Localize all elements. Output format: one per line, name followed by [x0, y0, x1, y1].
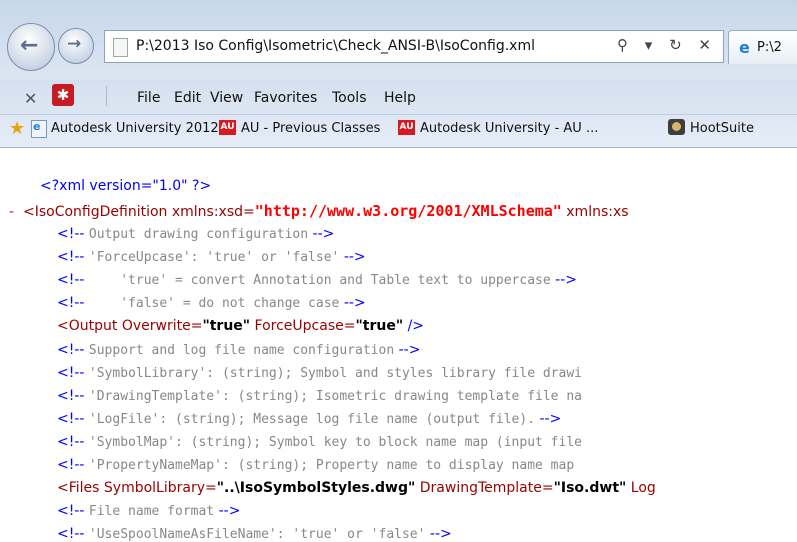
comment-open: <!-- [57, 226, 85, 242]
address-bar[interactable]: P:\2013 Iso Config\Isometric\Check_ANSI-… [104, 30, 724, 63]
root-attr-xs: xmlns:xs [566, 204, 629, 220]
xml-files-element: <Files SymbolLibrary="..\IsoSymbolStyles… [57, 480, 656, 496]
page-icon [113, 38, 128, 57]
xml-root-line: - <IsoConfigDefinition xmlns:xsd="http:/… [9, 202, 629, 220]
address-url[interactable]: P:\2013 Iso Config\Isometric\Check_ANSI-… [136, 38, 535, 54]
comment-open: <!-- [57, 342, 85, 358]
comment-text: Output drawing configuration [88, 227, 309, 242]
comment-close: --> [343, 295, 366, 311]
favorite-autodesk-university-2012[interactable]: Autodesk University 2012 [51, 121, 219, 136]
close-toolbar-icon[interactable]: ✕ [24, 89, 37, 108]
comment-close: --> [555, 272, 577, 288]
back-button[interactable]: ← [7, 23, 55, 71]
comment-open: <!-- [57, 388, 85, 404]
comment-open: <!-- [57, 457, 85, 473]
favorites-star-icon[interactable]: ★ [9, 118, 25, 139]
comment-open: <!-- [57, 411, 85, 427]
xml-comment: <!-- Output drawing configuration --> [57, 226, 334, 242]
forceupcase-attr: ForceUpcase= [254, 318, 356, 334]
tab-label: P:\2 [757, 40, 782, 55]
xml-output-element: <Output Overwrite="true" ForceUpcase="tr… [57, 318, 424, 334]
comment-open: <!-- [57, 295, 85, 311]
xml-comment: <!-- 'ForceUpcase': 'true' or 'false' --… [57, 249, 366, 265]
xml-comment: <!-- 'LogFile': (string); Message log fi… [57, 411, 561, 427]
comment-text: 'false' = do not change case [88, 296, 340, 311]
back-arrow-icon: ← [20, 33, 39, 58]
comment-text: 'true' = convert Annotation and Table te… [88, 273, 551, 288]
symbollibrary-value: "..\IsoSymbolStyles.dwg" [216, 480, 416, 496]
forceupcase-value: "true" [355, 318, 404, 334]
menu-view[interactable]: View [210, 90, 243, 106]
xml-comment: <!-- 'true' = convert Annotation and Tab… [57, 272, 577, 288]
xml-comment: <!-- 'SymbolLibrary': (string); Symbol a… [57, 365, 582, 381]
comment-close: --> [218, 503, 241, 519]
xml-comment: <!-- Support and log file name configura… [57, 342, 420, 358]
drawingtemplate-value: "Iso.dwt" [553, 480, 627, 496]
comment-close: --> [312, 226, 335, 242]
overwrite-attr: Overwrite= [121, 318, 203, 334]
xml-comment: <!-- File name format --> [57, 503, 240, 519]
symbollibrary-attr: SymbolLibrary= [103, 480, 217, 496]
root-tag: <IsoConfigDefinition [22, 204, 168, 220]
comment-close: --> [343, 249, 366, 265]
forward-arrow-icon: → [67, 34, 82, 54]
drawingtemplate-attr: DrawingTemplate= [419, 480, 554, 496]
comment-text: 'SymbolLibrary': (string); Symbol and st… [88, 366, 582, 381]
comment-close: --> [398, 342, 421, 358]
toolbar-separator [106, 86, 107, 106]
au-icon: AU [219, 120, 236, 135]
addon-star-icon[interactable]: ✱ [52, 84, 74, 106]
comment-open: <!-- [57, 434, 85, 450]
favorite-au-previous-classes[interactable]: AU - Previous Classes [241, 121, 380, 136]
comment-text: 'LogFile': (string); Message log file na… [88, 412, 536, 427]
ie-icon: e [739, 38, 750, 57]
favorite-autodesk-university-au[interactable]: Autodesk University - AU ... [420, 121, 598, 136]
menu-file[interactable]: File [137, 90, 160, 106]
hootsuite-icon [668, 119, 685, 135]
menu-help[interactable]: Help [384, 90, 416, 106]
comment-open: <!-- [57, 365, 85, 381]
comment-text: File name format [88, 504, 215, 519]
output-tag: <Output [57, 318, 118, 334]
search-refresh-stop-icons[interactable]: ⚲ ▾ ↻ ✕ [617, 36, 717, 54]
comment-text: 'DrawingTemplate': (string); Isometric d… [88, 389, 582, 404]
xml-comment: <!-- 'PropertyNameMap': (string); Proper… [57, 457, 574, 473]
comment-text: Support and log file name configuration [88, 343, 395, 358]
forward-button[interactable]: → [58, 28, 94, 64]
xml-comment: <!-- 'false' = do not change case --> [57, 295, 366, 311]
comment-open: <!-- [57, 272, 85, 288]
comment-close: --> [539, 411, 562, 427]
comment-text: 'SymbolMap': (string); Symbol key to blo… [88, 435, 582, 450]
comment-text: 'PropertyNameMap': (string); Property na… [88, 458, 575, 473]
xml-comment: <!-- 'DrawingTemplate': (string); Isomet… [57, 388, 582, 404]
favorite-hootsuite[interactable]: HootSuite [690, 121, 754, 136]
menu-edit[interactable]: Edit [174, 90, 201, 106]
au-icon: AU [398, 120, 415, 135]
root-attr-xsd: xmlns:xsd= [171, 204, 255, 220]
comment-open: <!-- [57, 503, 85, 519]
xml-comment: <!-- 'SymbolMap': (string); Symbol key t… [57, 434, 582, 450]
collapse-toggle[interactable]: - [9, 204, 14, 220]
xml-declaration: <?xml version="1.0" ?> [40, 178, 212, 194]
comment-open: <!-- [57, 249, 85, 265]
root-attr-value: "http://www.w3.org/2001/XMLSchema" [254, 202, 562, 220]
tag-close: /> [407, 318, 425, 334]
xml-viewer: <?xml version="1.0" ?> - <IsoConfigDefin… [0, 148, 797, 542]
files-tag: <Files [57, 480, 100, 496]
menu-favorites[interactable]: Favorites [254, 90, 317, 106]
overwrite-value: "true" [202, 318, 251, 334]
logfile-attr: Log [630, 480, 656, 496]
comment-text: 'ForceUpcase': 'true' or 'false' [88, 250, 340, 265]
browser-tab[interactable]: e P:\2 [728, 30, 797, 64]
favorite-page-icon: e [31, 120, 47, 138]
menu-tools[interactable]: Tools [332, 90, 367, 106]
